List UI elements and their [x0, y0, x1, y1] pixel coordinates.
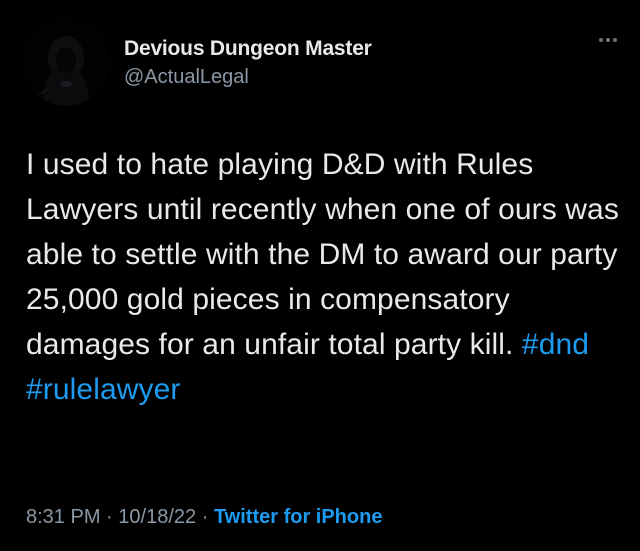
- tweet-card[interactable]: Devious Dungeon Master @ActualLegal I us…: [0, 0, 640, 551]
- tweet-date[interactable]: 10/18/22: [118, 506, 196, 528]
- meta-separator: ·: [201, 506, 209, 528]
- ellipsis-icon: [606, 38, 610, 42]
- user-handle[interactable]: @ActualLegal: [124, 64, 372, 90]
- hashtag-link[interactable]: #dnd: [522, 328, 589, 361]
- tweet-source-link[interactable]: Twitter for iPhone: [214, 506, 383, 528]
- meta-separator: ·: [106, 506, 113, 528]
- avatar[interactable]: [22, 18, 110, 106]
- author-block[interactable]: Devious Dungeon Master @ActualLegal: [124, 36, 372, 90]
- ellipsis-icon: [599, 38, 603, 42]
- hooded-figure-avatar-icon: [22, 18, 110, 106]
- more-options-button[interactable]: [594, 30, 622, 50]
- tweet-time[interactable]: 8:31 PM: [26, 506, 100, 528]
- tweet-text: I used to hate playing D&D with Rules La…: [26, 142, 626, 412]
- display-name[interactable]: Devious Dungeon Master: [124, 36, 372, 62]
- ellipsis-icon: [613, 38, 617, 42]
- hashtag-link[interactable]: #rulelawyer: [26, 373, 181, 406]
- tweet-meta: 8:31 PM · 10/18/22 · Twitter for iPhone: [26, 502, 382, 532]
